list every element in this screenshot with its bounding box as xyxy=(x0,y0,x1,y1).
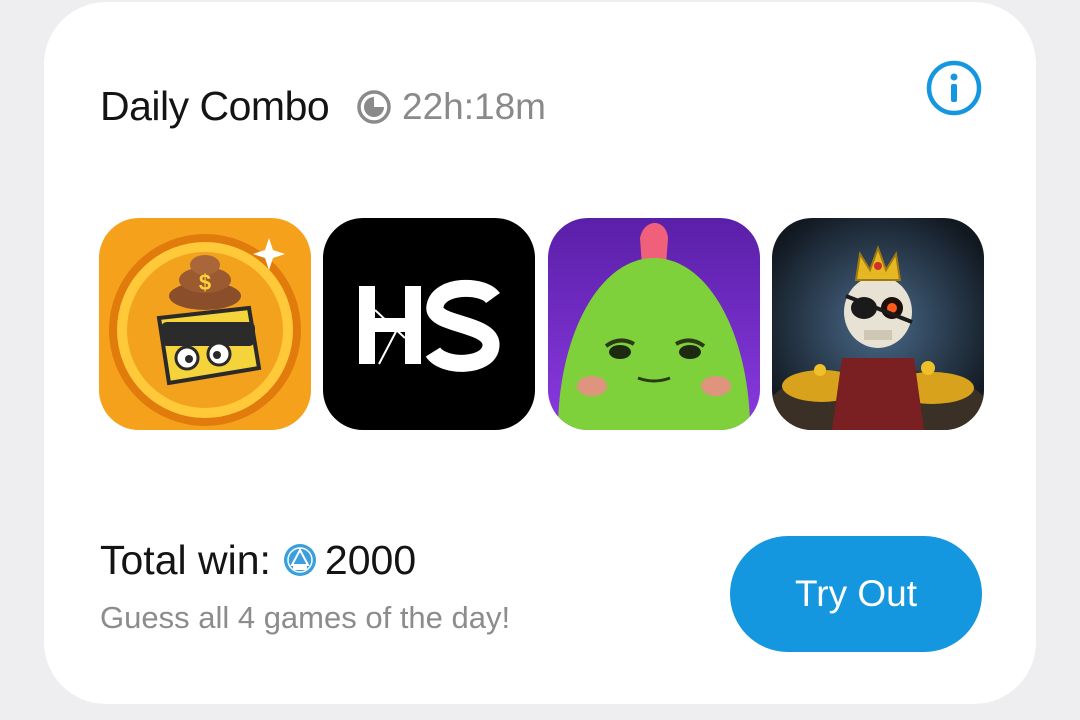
game-tile-hs xyxy=(323,218,535,430)
timer-text: 22h:18m xyxy=(402,86,546,127)
card-title: Daily Combo xyxy=(100,83,330,129)
green-blob-game-icon xyxy=(548,218,760,430)
total-win-label: Total win: xyxy=(100,536,271,583)
info-button[interactable] xyxy=(924,58,984,118)
hs-game-icon xyxy=(323,218,535,430)
coin-thief-game-icon: $ xyxy=(99,218,311,430)
total-win-value: 2000 xyxy=(324,536,417,583)
game-tile-skeleton-pirate xyxy=(772,218,984,430)
skeleton-pirate-game-icon xyxy=(772,218,984,430)
game-tile-green-blob xyxy=(548,218,760,430)
daily-combo-card: Daily Combo 22h:18m $ Total win: 2000 Gu… xyxy=(44,2,1036,704)
coin-icon xyxy=(283,544,316,576)
game-tile-coin-thief: $ xyxy=(99,218,311,430)
countdown-timer: 22h:18m xyxy=(356,82,546,132)
svg-text:$: $ xyxy=(199,270,211,295)
info-icon xyxy=(926,60,982,116)
try-out-button[interactable]: Try Out xyxy=(730,536,982,652)
total-win-row: Total win: 2000 xyxy=(100,532,416,588)
combo-description: Guess all 4 games of the day! xyxy=(100,600,511,635)
clock-icon xyxy=(357,90,391,124)
